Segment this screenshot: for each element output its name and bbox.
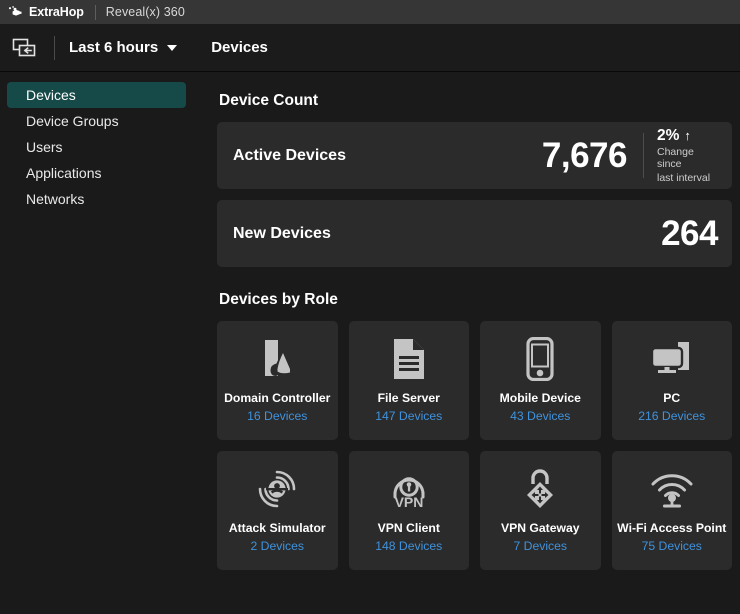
active-devices-value: 7,676 [541, 136, 628, 175]
extrahop-logo-icon [8, 6, 22, 16]
vpn-gateway-icon [516, 465, 564, 513]
wifi-access-point-icon [648, 465, 696, 513]
role-device-count-link[interactable]: 43 Devices [510, 409, 570, 423]
domain-controller-icon [253, 335, 301, 383]
trend-up-arrow-icon: ↑ [684, 128, 691, 144]
topbar-divider [94, 4, 96, 20]
new-devices-card[interactable]: New Devices 264 [217, 200, 732, 267]
devices-by-role-section-title: Devices by Role [219, 291, 338, 308]
brand-logo[interactable]: ExtraHop [8, 5, 84, 19]
role-card-vpn-gateway[interactable]: VPN Gateway 7 Devices [480, 451, 601, 570]
role-card-attack-simulator[interactable]: Attack Simulator 2 Devices [217, 451, 338, 570]
navigation-bar: Last 6 hours Devices [0, 24, 740, 72]
sidebar-item-networks[interactable]: Networks [7, 186, 186, 212]
role-device-count-link[interactable]: 216 Devices [638, 409, 705, 423]
role-card-vpn-client[interactable]: VPN VPN Client 148 Devices [348, 451, 469, 570]
navbar-divider [54, 35, 55, 60]
top-brand-bar: ExtraHop Reveal(x) 360 [0, 0, 740, 24]
new-devices-value: 264 [661, 214, 718, 253]
main-content: Device Count Active Devices 7,676 2% ↑ C… [205, 72, 740, 613]
role-device-count-link[interactable]: 75 Devices [642, 539, 702, 553]
sidebar-item-label: Users [26, 139, 63, 155]
collapse-panel-left-icon[interactable] [10, 35, 40, 61]
role-card-wifi-access-point[interactable]: Wi-Fi Access Point 75 Devices [611, 451, 732, 570]
sidebar-item-applications[interactable]: Applications [7, 160, 186, 186]
role-name: File Server [377, 391, 440, 405]
file-server-icon [385, 335, 433, 383]
sidebar-item-device-groups[interactable]: Device Groups [7, 108, 186, 134]
active-devices-delta: 2% ↑ Change since last interval [644, 127, 718, 183]
role-device-count-link[interactable]: 147 Devices [375, 409, 442, 423]
sidebar-item-label: Applications [26, 165, 102, 181]
role-device-count-link[interactable]: 148 Devices [375, 539, 442, 553]
product-name: Reveal(x) 360 [105, 5, 185, 19]
vpn-client-icon: VPN [385, 465, 433, 513]
time-range-label: Last 6 hours [69, 39, 159, 56]
role-card-mobile-device[interactable]: Mobile Device 43 Devices [480, 321, 601, 440]
mobile-device-icon [516, 335, 564, 383]
sidebar-item-devices[interactable]: Devices [7, 82, 186, 108]
role-card-pc[interactable]: PC 216 Devices [611, 321, 732, 440]
sidebar-item-label: Networks [26, 191, 85, 207]
devices-by-role-grid: Domain Controller 16 Devices File Server [217, 321, 732, 570]
role-name: Domain Controller [224, 391, 331, 405]
role-name: VPN Gateway [500, 521, 580, 535]
page-title: Devices [211, 39, 268, 56]
delta-caption-line1: Change since [657, 146, 694, 171]
brand-name: ExtraHop [29, 5, 84, 19]
active-devices-label: Active Devices [233, 146, 346, 164]
sidebar-item-label: Devices [26, 87, 76, 103]
delta-percent: 2% [657, 127, 680, 145]
active-devices-card[interactable]: Active Devices 7,676 2% ↑ Change since l… [217, 122, 732, 189]
role-device-count-link[interactable]: 2 Devices [250, 539, 304, 553]
role-device-count-link[interactable]: 16 Devices [247, 409, 307, 423]
sidebar-navigation: Devices Device Groups Users Applications… [0, 72, 205, 613]
role-name: Wi-Fi Access Point [617, 521, 727, 535]
device-count-section-title: Device Count [219, 92, 319, 109]
new-devices-label: New Devices [233, 224, 331, 242]
pc-icon [648, 335, 696, 383]
page-body: Devices Device Groups Users Applications… [0, 72, 740, 613]
role-card-file-server[interactable]: File Server 147 Devices [348, 321, 469, 440]
delta-caption-line2: last interval [657, 171, 711, 184]
svg-text:VPN: VPN [394, 494, 423, 510]
sidebar-item-label: Device Groups [26, 113, 119, 129]
role-name: PC [663, 391, 681, 405]
attack-simulator-icon [253, 465, 301, 513]
role-device-count-link[interactable]: 7 Devices [513, 539, 567, 553]
chevron-down-icon [167, 44, 178, 51]
role-name: Mobile Device [499, 391, 581, 405]
role-name: VPN Client [377, 521, 440, 535]
role-name: Attack Simulator [228, 521, 326, 535]
time-range-selector[interactable]: Last 6 hours [69, 39, 178, 56]
role-card-domain-controller[interactable]: Domain Controller 16 Devices [217, 321, 338, 440]
sidebar-item-users[interactable]: Users [7, 134, 186, 160]
